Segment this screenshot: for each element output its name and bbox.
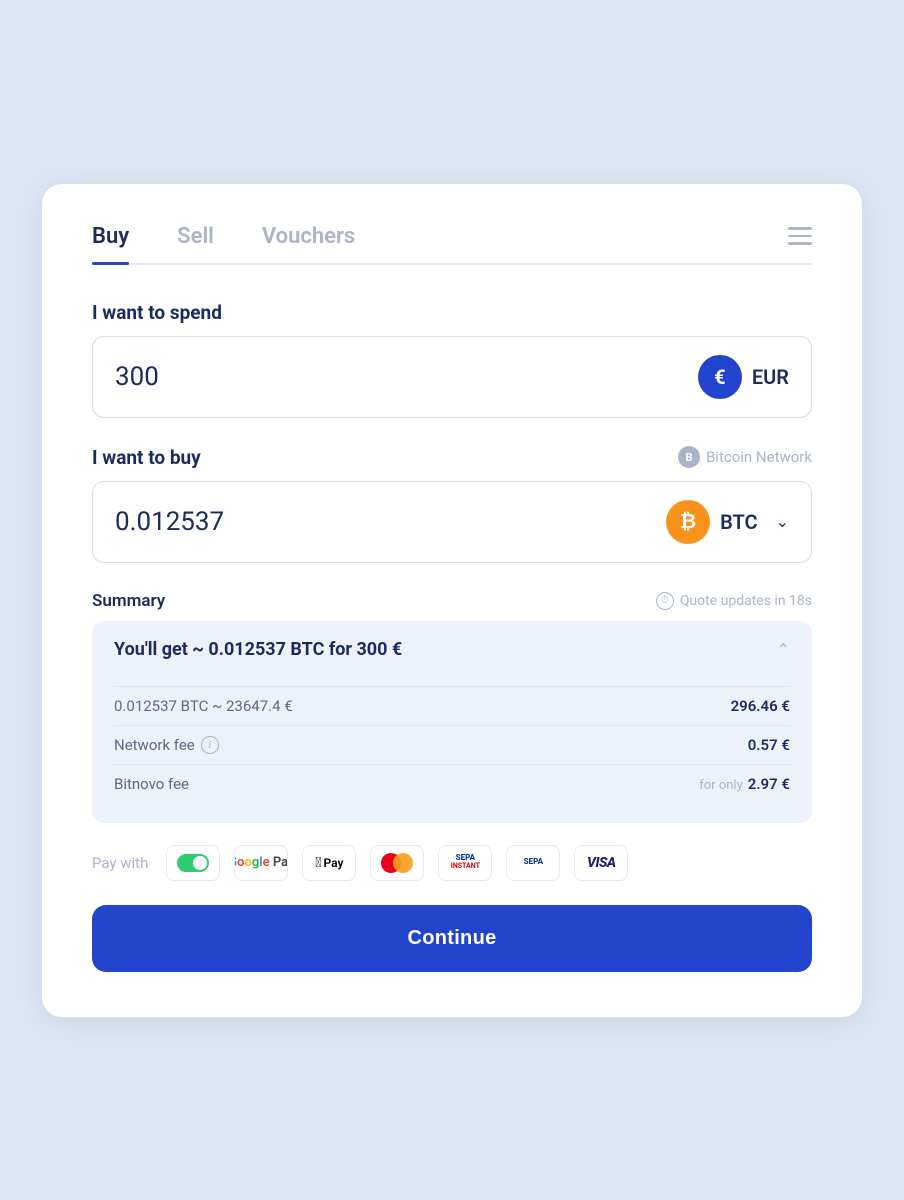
payment-sepa-instant[interactable]: SEPA INSTANT bbox=[438, 845, 492, 881]
for-only-text: for only bbox=[699, 778, 742, 793]
buy-amount[interactable]: 0.012537 bbox=[115, 507, 666, 537]
tabs-container: Buy Sell Vouchers bbox=[92, 224, 812, 265]
summary-title-row[interactable]: You'll get ~ 0.012537 BTC for 300 € ⌃ bbox=[92, 621, 812, 678]
payment-visa[interactable]: VISA bbox=[574, 845, 628, 881]
tab-sell[interactable]: Sell bbox=[177, 224, 214, 263]
payment-sepa[interactable]: SEPA bbox=[506, 845, 560, 881]
spend-input-box: 300 € EUR bbox=[92, 336, 812, 418]
pay-with-section: Pay with Google Pay  Pay bbox=[92, 845, 812, 881]
buy-header-row: I want to buy B Bitcoin Network bbox=[92, 446, 812, 469]
spend-currency-label: EUR bbox=[752, 365, 789, 389]
summary-row-network-fee: Network fee i 0.57 € bbox=[114, 725, 790, 764]
summary-row-btc-value: 296.46 € bbox=[731, 697, 790, 715]
summary-title: You'll get ~ 0.012537 BTC for 300 € bbox=[114, 639, 402, 660]
quote-update-text: Quote updates in 18s bbox=[680, 593, 812, 609]
summary-row-network-fee-value: 0.57 € bbox=[748, 736, 790, 754]
quote-update: ⏱ Quote updates in 18s bbox=[656, 592, 812, 610]
payment-applepay[interactable]:  Pay bbox=[302, 845, 356, 881]
mc-orange-circle bbox=[393, 853, 413, 873]
spend-label: I want to spend bbox=[92, 301, 812, 324]
summary-row-bitnovo-fee-value: for only 2.97 € bbox=[699, 775, 790, 793]
bitcoin-network-label: Bitcoin Network bbox=[706, 448, 812, 466]
continue-button[interactable]: Continue bbox=[92, 905, 812, 972]
buy-currency-badge[interactable]: ₿ BTC ⌄ bbox=[666, 500, 789, 544]
chevron-up-icon: ⌃ bbox=[777, 640, 790, 659]
summary-label: Summary bbox=[92, 591, 165, 611]
tab-vouchers[interactable]: Vouchers bbox=[262, 224, 355, 263]
pay-with-label: Pay with bbox=[92, 854, 148, 872]
payment-gpay[interactable]: Google Pay bbox=[234, 845, 288, 881]
spend-currency-badge: € EUR bbox=[698, 355, 789, 399]
bitnovo-fee-amount: 2.97 € bbox=[748, 775, 790, 793]
summary-row-bitnovo-fee: Bitnovo fee for only 2.97 € bbox=[114, 764, 790, 803]
summary-box: You'll get ~ 0.012537 BTC for 300 € ⌃ 0.… bbox=[92, 621, 812, 823]
summary-row-btc: 0.012537 BTC ~ 23647.4 € 296.46 € bbox=[114, 686, 790, 725]
info-icon[interactable]: i bbox=[201, 736, 219, 754]
payment-toggle[interactable] bbox=[166, 845, 220, 881]
buy-label: I want to buy bbox=[92, 446, 201, 469]
tab-buy[interactable]: Buy bbox=[92, 224, 129, 263]
spend-amount[interactable]: 300 bbox=[115, 362, 698, 392]
hamburger-menu-icon[interactable] bbox=[788, 227, 812, 259]
summary-details: 0.012537 BTC ~ 23647.4 € 296.46 € Networ… bbox=[92, 678, 812, 823]
btc-icon: ₿ bbox=[666, 500, 710, 544]
clock-icon: ⏱ bbox=[656, 592, 674, 610]
chevron-down-icon: ⌄ bbox=[776, 512, 789, 531]
main-card: Buy Sell Vouchers I want to spend 300 € … bbox=[42, 184, 862, 1017]
bitcoin-network-badge: B Bitcoin Network bbox=[678, 446, 812, 468]
payment-mastercard[interactable] bbox=[370, 845, 424, 881]
eur-icon: € bbox=[698, 355, 742, 399]
summary-header-row: Summary ⏱ Quote updates in 18s bbox=[92, 591, 812, 611]
buy-input-box: 0.012537 ₿ BTC ⌄ bbox=[92, 481, 812, 563]
summary-row-network-fee-label: Network fee i bbox=[114, 736, 219, 754]
buy-currency-label: BTC bbox=[720, 510, 758, 534]
summary-row-bitnovo-fee-label: Bitnovo fee bbox=[114, 775, 189, 793]
summary-row-btc-label: 0.012537 BTC ~ 23647.4 € bbox=[114, 697, 293, 715]
btc-small-icon: B bbox=[678, 446, 700, 468]
